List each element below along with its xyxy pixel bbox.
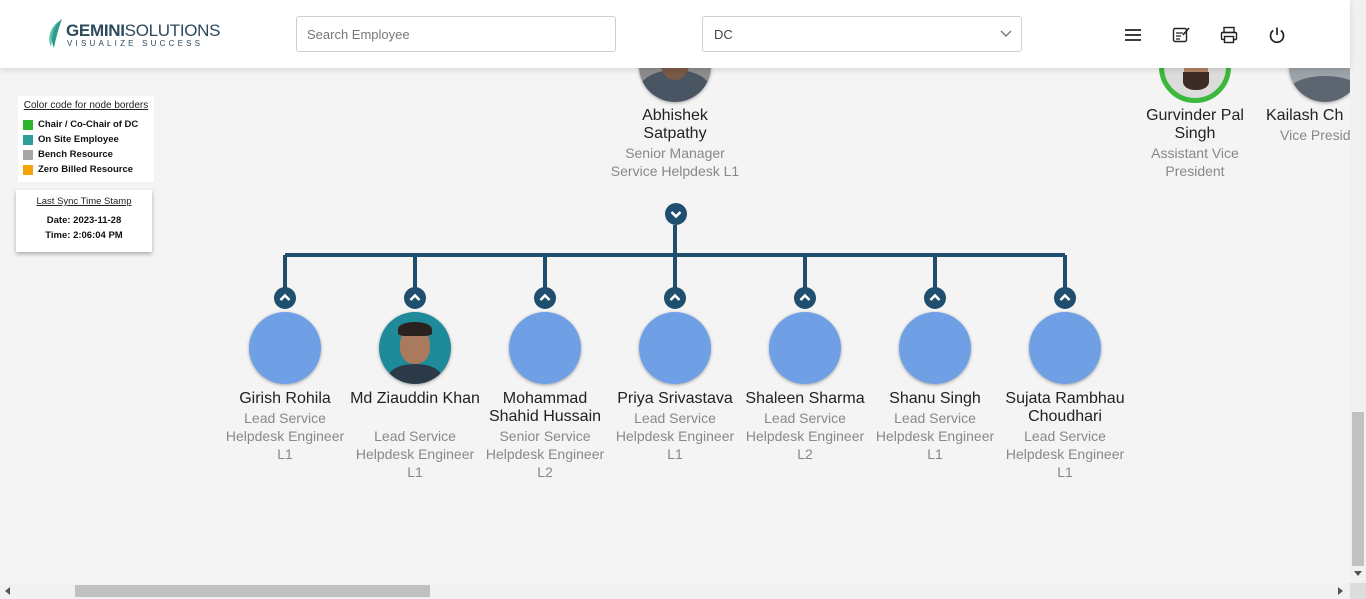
scrollbar-corner bbox=[1350, 583, 1366, 599]
employee-title: Lead Service Helpdesk Engineer L1 bbox=[355, 428, 475, 480]
department-select[interactable]: DC bbox=[702, 16, 1022, 52]
leaf-logo-icon bbox=[49, 19, 62, 48]
avatar[interactable] bbox=[1029, 312, 1101, 384]
employee-name[interactable]: Md Ziauddin Khan bbox=[350, 390, 480, 408]
scroll-right-arrow-icon[interactable] bbox=[1338, 587, 1343, 595]
menu-icon[interactable] bbox=[1123, 25, 1143, 45]
logo-title: GEMINISOLUTIONS bbox=[66, 21, 221, 40]
expand-chevron-icon[interactable] bbox=[404, 287, 426, 309]
employee-name[interactable]: Shaleen Sharma bbox=[740, 390, 870, 408]
employee-title: Lead Service Helpdesk Engineer L1 bbox=[615, 410, 735, 462]
app-header: GEMINISOLUTIONS VISUALIZE SUCCESS DC bbox=[0, 0, 1350, 68]
notes-icon[interactable] bbox=[1171, 25, 1191, 45]
avatar[interactable] bbox=[639, 312, 711, 384]
expand-chevron-icon[interactable] bbox=[534, 287, 556, 309]
avatar[interactable] bbox=[379, 312, 451, 384]
avatar[interactable] bbox=[769, 312, 841, 384]
expand-chevron-icon[interactable] bbox=[274, 287, 296, 309]
expand-chevron-icon[interactable] bbox=[924, 287, 946, 309]
employee-name[interactable]: Shanu Singh bbox=[870, 390, 1000, 408]
avatar[interactable] bbox=[249, 312, 321, 384]
scroll-left-arrow-icon[interactable] bbox=[5, 587, 10, 595]
logo-tagline: VISUALIZE SUCCESS bbox=[67, 39, 204, 48]
expand-chevron-icon[interactable] bbox=[1054, 287, 1076, 309]
collapse-chevron-icon[interactable] bbox=[665, 203, 687, 225]
expand-chevron-icon[interactable] bbox=[664, 287, 686, 309]
employee-name[interactable]: Gurvinder Pal Singh bbox=[1130, 107, 1260, 143]
company-logo[interactable]: GEMINISOLUTIONS VISUALIZE SUCCESS bbox=[46, 18, 221, 52]
power-icon[interactable] bbox=[1267, 25, 1287, 45]
print-icon[interactable] bbox=[1219, 25, 1239, 45]
expand-chevron-icon[interactable] bbox=[794, 287, 816, 309]
employee-title: Lead Service Helpdesk Engineer L2 bbox=[745, 410, 865, 462]
employee-name[interactable]: Priya Srivastava bbox=[610, 390, 740, 408]
avatar[interactable] bbox=[899, 312, 971, 384]
employee-title: Lead Service Helpdesk Engineer L1 bbox=[225, 410, 345, 462]
employee-name[interactable]: Mohammad Shahid Hussain bbox=[480, 390, 610, 426]
employee-title: Lead Service Helpdesk Engineer L1 bbox=[875, 410, 995, 462]
employee-title: Senior Manager Service Helpdesk L1 bbox=[610, 145, 740, 179]
horizontal-scrollbar-thumb[interactable] bbox=[75, 585, 430, 597]
employee-title: Assistant Vice President bbox=[1151, 145, 1239, 179]
search-employee-input[interactable] bbox=[296, 16, 616, 52]
employee-name[interactable]: Kailash Ch bbox=[1266, 107, 1350, 125]
avatar[interactable] bbox=[509, 312, 581, 384]
scroll-down-arrow-icon[interactable] bbox=[1354, 571, 1362, 576]
employee-name[interactable]: Girish Rohila bbox=[220, 390, 350, 408]
employee-title: Vice Presid bbox=[1280, 127, 1350, 143]
chevron-down-icon bbox=[1000, 30, 1012, 37]
vertical-scrollbar-thumb[interactable] bbox=[1352, 412, 1364, 566]
employee-title: Lead Service Helpdesk Engineer L1 bbox=[1005, 428, 1125, 480]
department-select-value: DC bbox=[714, 27, 733, 42]
employee-title: Senior Service Helpdesk Engineer L2 bbox=[485, 428, 605, 480]
employee-name[interactable]: Sujata Rambhau Choudhari bbox=[1000, 390, 1130, 426]
employee-name[interactable]: Abhishek Satpathy bbox=[610, 107, 740, 143]
